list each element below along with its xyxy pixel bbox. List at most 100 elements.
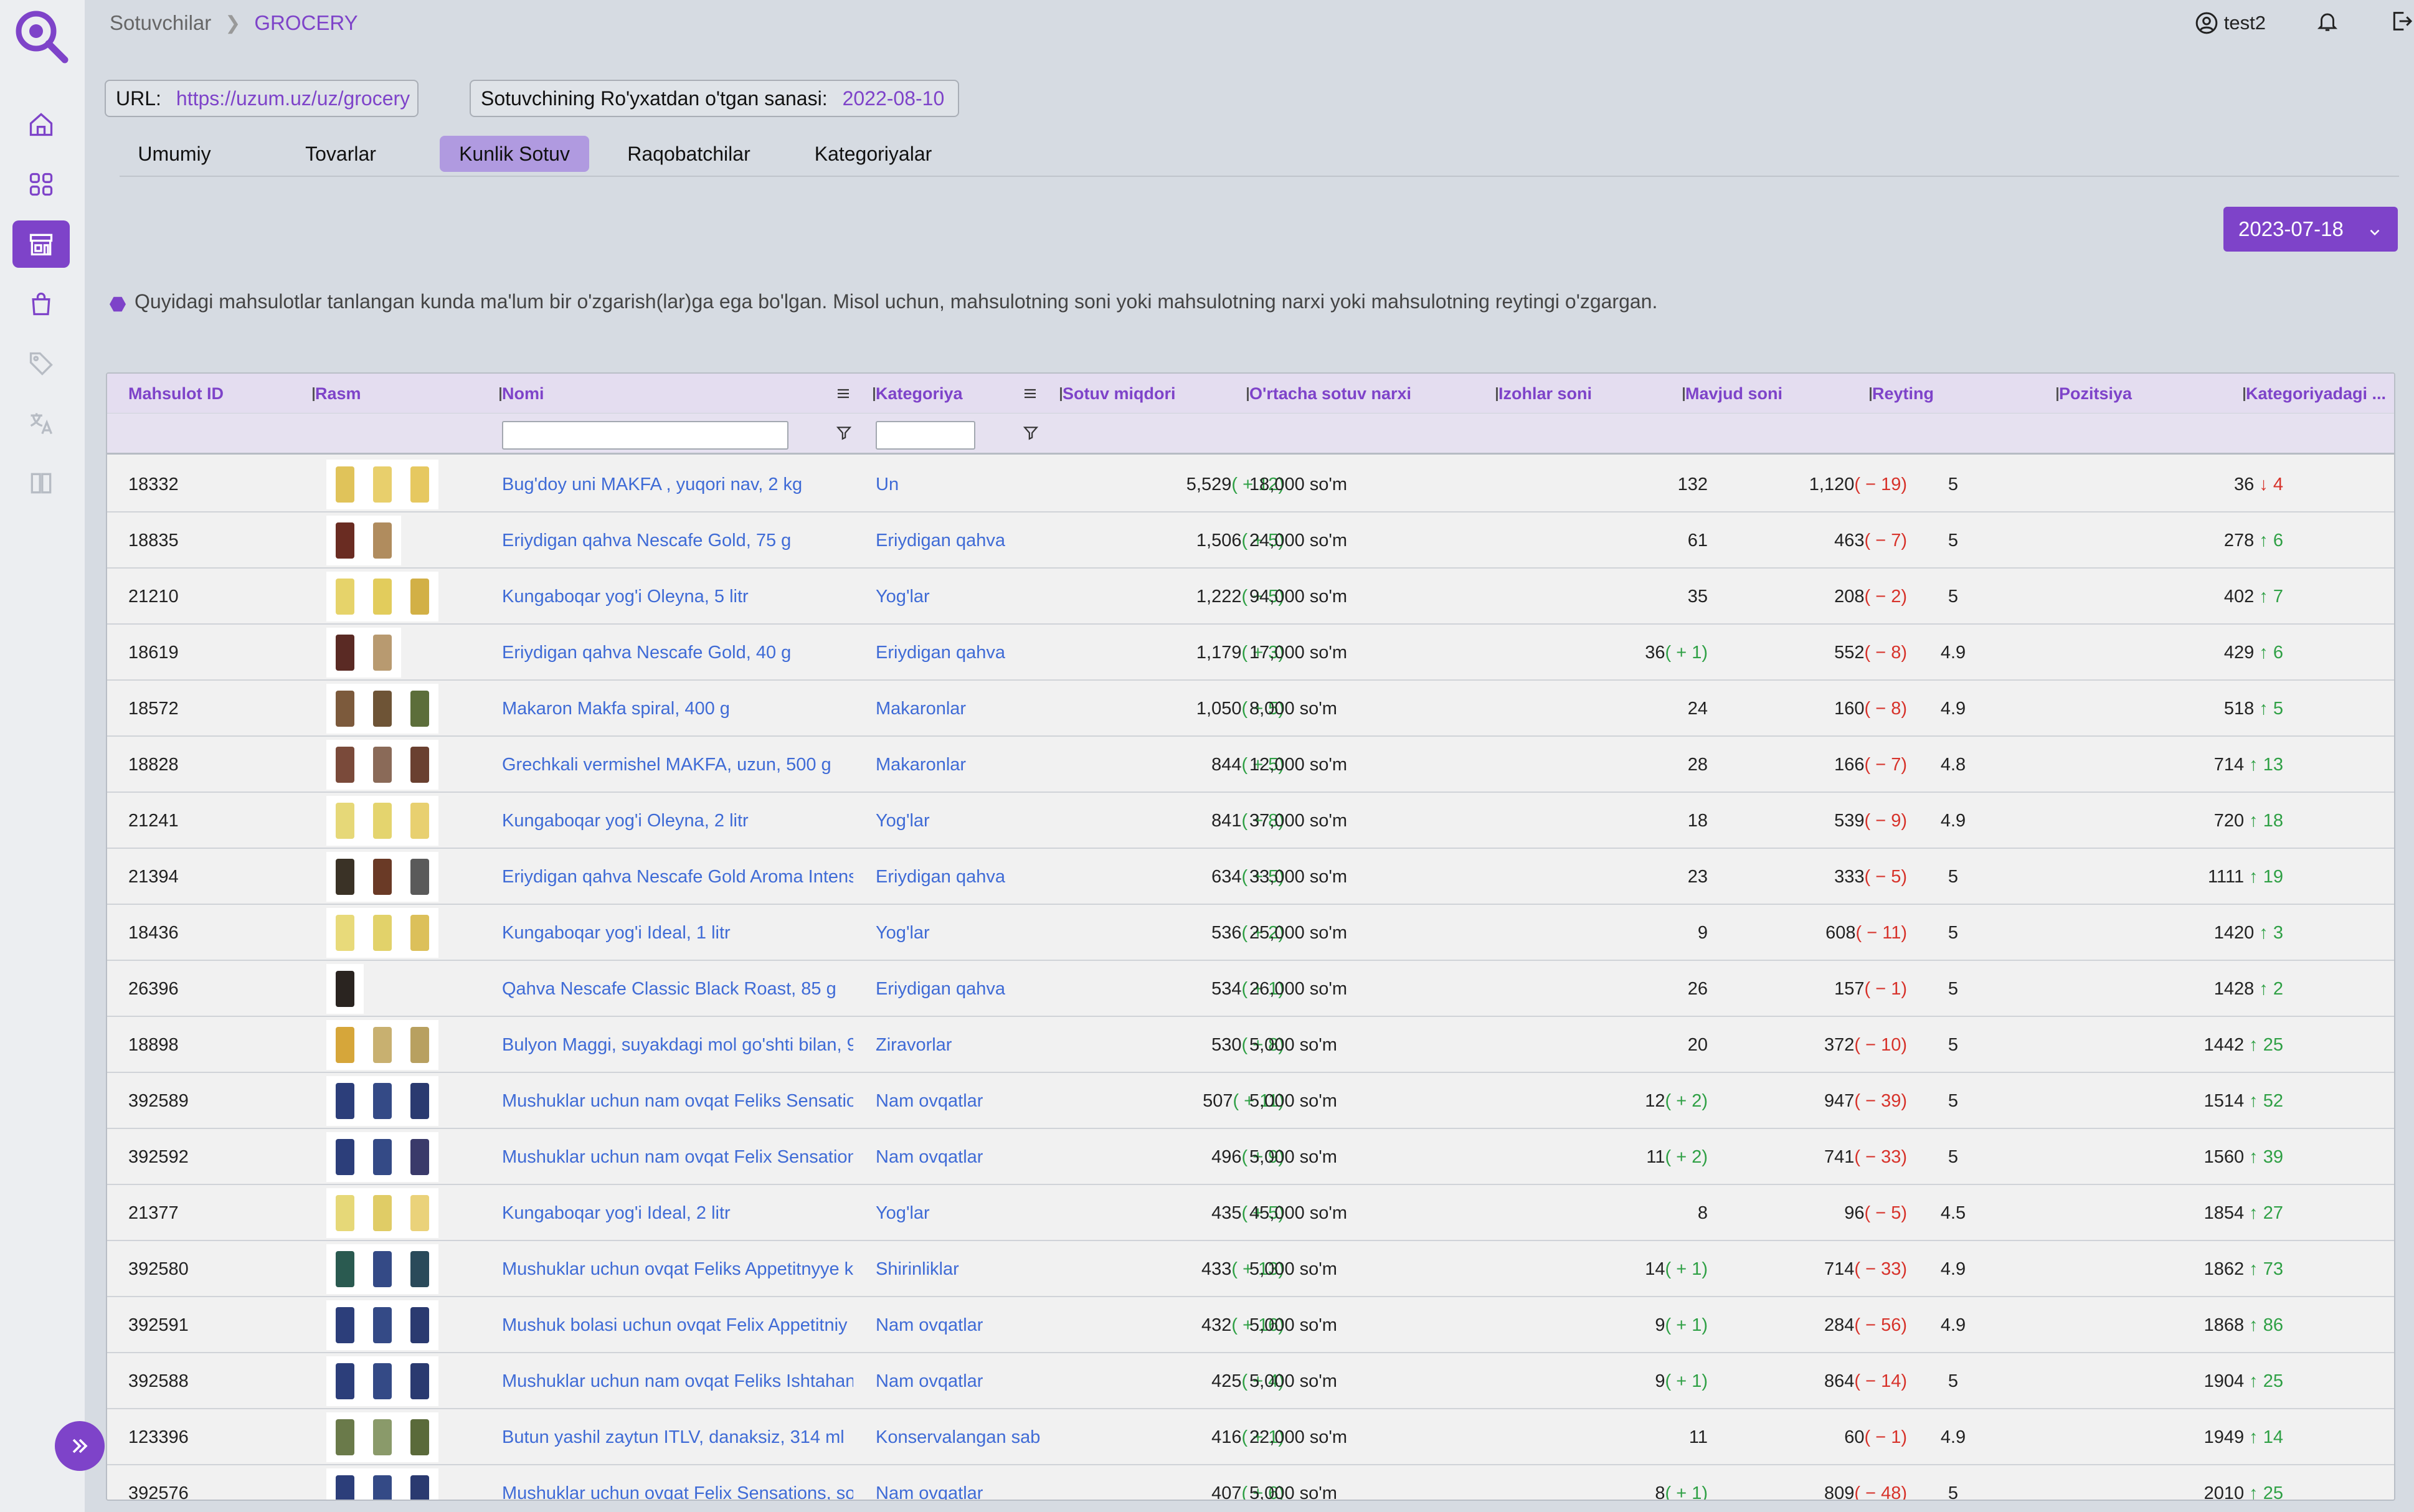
product-name-link[interactable]: Makaron Makfa spiral, 400 g <box>502 681 853 737</box>
category-link[interactable]: Makaronlar <box>876 681 1041 737</box>
url-link[interactable]: https://uzum.uz/uz/grocery <box>176 87 410 110</box>
product-name-link[interactable]: Kungaboqar yog'i Oleyna, 2 litr <box>502 793 853 849</box>
column-resizer[interactable] <box>873 387 875 401</box>
product-name-link[interactable]: Bulyon Maggi, suyakdagi mol go'shti bila… <box>502 1017 853 1073</box>
col-header-id[interactable]: Mahsulot ID <box>128 374 290 413</box>
category-link[interactable]: Nam ovqatlar <box>876 1353 1041 1409</box>
category-link[interactable]: Yog'lar <box>876 793 1041 849</box>
product-name-link[interactable]: Mushuklar uchun ovqat Feliks Appetitnyye… <box>502 1241 853 1297</box>
grid-icon[interactable] <box>12 161 70 208</box>
column-resizer[interactable] <box>1060 387 1062 401</box>
category-link[interactable]: Yog'lar <box>876 569 1041 625</box>
category-link[interactable]: Shirinliklar <box>876 1241 1041 1297</box>
tab-tovarlar[interactable]: Tovarlar <box>280 136 401 172</box>
tab-umumiy[interactable]: Umumiy <box>120 136 229 172</box>
table-row[interactable]: 392580 Mushuklar uchun ovqat Feliks Appet… <box>107 1241 2394 1297</box>
column-resizer[interactable] <box>2243 387 2245 401</box>
column-menu-icon[interactable] <box>836 386 851 404</box>
tab-raqobatchilar[interactable]: Raqobatchilar <box>603 136 775 172</box>
category-link[interactable]: Makaronlar <box>876 737 1041 793</box>
product-name-link[interactable]: Eriydigan qahva Nescafe Gold, 40 g <box>502 625 853 681</box>
product-name-link[interactable]: Butun yashil zaytun ITLV, danaksiz, 314 … <box>502 1409 853 1465</box>
category-link[interactable]: Nam ovqatlar <box>876 1129 1041 1185</box>
column-resizer[interactable] <box>1683 387 1685 401</box>
table-row[interactable]: 392591 Mushuk bolasi uchun ovqat Felix Ap… <box>107 1297 2394 1353</box>
col-header-avg-price[interactable]: O'rtacha sotuv narxi <box>1249 374 1474 413</box>
col-header-comments[interactable]: Izohlar soni <box>1498 374 1660 413</box>
user-menu[interactable]: test2 <box>2194 11 2266 35</box>
table-row[interactable]: 18898 Bulyon Maggi, suyakdagi mol go'shti… <box>107 1017 2394 1073</box>
category-link[interactable]: Un <box>876 456 1041 513</box>
product-name-link[interactable]: Eriydigan qahva Nescafe Gold, 75 g <box>502 513 853 569</box>
table-row[interactable]: 21241 Kungaboqar yog'i Oleyna, 2 litr Yog'… <box>107 793 2394 849</box>
name-filter-input[interactable] <box>502 421 788 450</box>
table-row[interactable]: 18332 Bug'doy uni MAKFA , yuqori nav, 2 k… <box>107 456 2394 513</box>
table-row[interactable]: 21210 Kungaboqar yog'i Oleyna, 5 litr Yog'… <box>107 569 2394 625</box>
table-row[interactable]: 21394 Eriydigan qahva Nescafe Gold Aroma … <box>107 849 2394 905</box>
product-name-link[interactable]: Eriydigan qahva Nescafe Gold Aroma Inten… <box>502 849 853 905</box>
product-name-link[interactable]: Mushuklar uchun nam ovqat Feliks Sensati… <box>502 1073 853 1129</box>
table-row[interactable]: 392588 Mushuklar uchun nam ovqat Feliks I… <box>107 1353 2394 1409</box>
category-link[interactable]: Eriydigan qahva <box>876 513 1041 569</box>
column-resizer[interactable] <box>313 387 315 401</box>
product-name-link[interactable]: Mushuklar uchun ovqat Felix Sensations, … <box>502 1465 853 1500</box>
category-link[interactable]: Nam ovqatlar <box>876 1073 1041 1129</box>
store-icon[interactable] <box>12 220 70 268</box>
col-header-sales[interactable]: Sotuv miqdori <box>1063 374 1224 413</box>
logo-icon[interactable] <box>12 7 70 65</box>
product-name-link[interactable]: Bug'doy uni MAKFA , yuqori nav, 2 kg <box>502 456 853 513</box>
table-row[interactable]: 18436 Kungaboqar yog'i Ideal, 1 litr Yog'l… <box>107 905 2394 961</box>
category-filter-input[interactable] <box>876 421 975 450</box>
category-link[interactable]: Yog'lar <box>876 905 1041 961</box>
tab-kunlik-sotuv[interactable]: Kunlik Sotuv <box>440 136 589 172</box>
category-link[interactable]: Eriydigan qahva <box>876 849 1041 905</box>
column-menu-icon[interactable] <box>1023 386 1038 404</box>
col-header-category-position[interactable]: Kategoriyadagi ... <box>2246 374 2393 413</box>
table-row[interactable]: 392576 Mushuklar uchun ovqat Felix Sensat… <box>107 1465 2394 1500</box>
product-name-link[interactable]: Kungaboqar yog'i Ideal, 1 litr <box>502 905 853 961</box>
category-link[interactable]: Eriydigan qahva <box>876 625 1041 681</box>
table-row[interactable]: 392592 Mushuklar uchun nam ovqat Felix Se… <box>107 1129 2394 1185</box>
column-resizer[interactable] <box>499 387 501 401</box>
category-link[interactable]: Nam ovqatlar <box>876 1465 1041 1500</box>
category-link[interactable]: Konservalangan sab <box>876 1409 1041 1465</box>
date-picker[interactable]: 2023-07-18 <box>2223 207 2398 252</box>
tag-icon[interactable] <box>12 340 70 387</box>
product-name-link[interactable]: Grechkali vermishel MAKFA, uzun, 500 g <box>502 737 853 793</box>
product-name-link[interactable]: Mushuklar uchun nam ovqat Felix Sensatio… <box>502 1129 853 1185</box>
column-resizer[interactable] <box>1496 387 1498 401</box>
column-resizer[interactable] <box>1870 387 1872 401</box>
product-name-link[interactable]: Mushuklar uchun nam ovqat Feliks Ishtaha… <box>502 1353 853 1409</box>
book-icon[interactable] <box>12 460 70 507</box>
translate-icon[interactable] <box>12 400 70 447</box>
product-name-link[interactable]: Kungaboqar yog'i Oleyna, 5 litr <box>502 569 853 625</box>
col-header-position[interactable]: Pozitsiya <box>2059 374 2221 413</box>
col-header-stock[interactable]: Mavjud soni <box>1685 374 1847 413</box>
shopping-bag-icon[interactable] <box>12 280 70 328</box>
table-row[interactable]: 18835 Eriydigan qahva Nescafe Gold, 75 g E… <box>107 513 2394 569</box>
filter-icon[interactable] <box>1023 425 1039 444</box>
category-link[interactable]: Nam ovqatlar <box>876 1297 1041 1353</box>
home-icon[interactable] <box>12 101 70 148</box>
column-resizer[interactable] <box>1247 387 1249 401</box>
table-row[interactable]: 18828 Grechkali vermishel MAKFA, uzun, 50… <box>107 737 2394 793</box>
table-row[interactable]: 392589 Mushuklar uchun nam ovqat Feliks S… <box>107 1073 2394 1129</box>
bell-icon[interactable] <box>2316 9 2339 36</box>
product-name-link[interactable]: Kungaboqar yog'i Ideal, 2 litr <box>502 1185 853 1241</box>
table-row[interactable]: 18619 Eriydigan qahva Nescafe Gold, 40 g E… <box>107 625 2394 681</box>
col-header-image[interactable]: Rasm <box>315 374 477 413</box>
column-resizer[interactable] <box>2057 387 2058 401</box>
category-link[interactable]: Yog'lar <box>876 1185 1041 1241</box>
table-row[interactable]: 123396 Butun yashil zaytun ITLV, danaksiz… <box>107 1409 2394 1465</box>
col-header-name[interactable]: Nomi <box>502 374 664 413</box>
table-row[interactable]: 21377 Kungaboqar yog'i Ideal, 2 litr Yog'l… <box>107 1185 2394 1241</box>
breadcrumb-parent[interactable]: Sotuvchilar <box>110 11 211 35</box>
tab-kategoriyalar[interactable]: Kategoriyalar <box>788 136 958 172</box>
product-name-link[interactable]: Mushuk bolasi uchun ovqat Felix Appetitn… <box>502 1297 853 1353</box>
table-row[interactable]: 26396 Qahva Nescafe Classic Black Roast, … <box>107 961 2394 1017</box>
col-header-category[interactable]: Kategoriya <box>876 374 1038 413</box>
category-link[interactable]: Eriydigan qahva <box>876 961 1041 1017</box>
col-header-rating[interactable]: Reyting <box>1872 374 2034 413</box>
product-name-link[interactable]: Qahva Nescafe Classic Black Roast, 85 g <box>502 961 853 1017</box>
category-link[interactable]: Ziravorlar <box>876 1017 1041 1073</box>
